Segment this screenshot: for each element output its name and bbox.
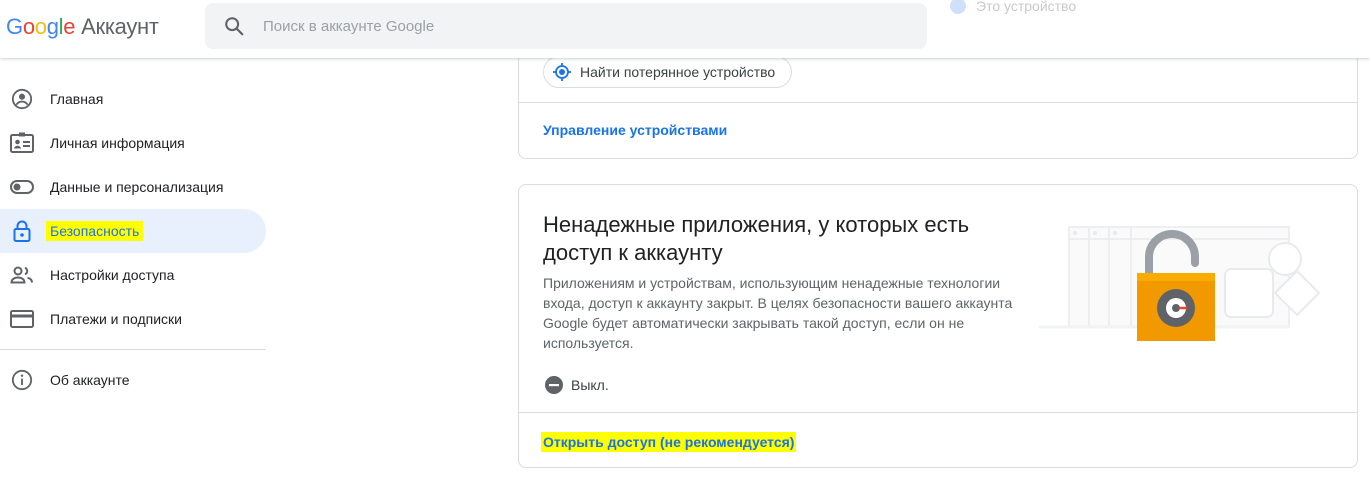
sidebar-item-about[interactable]: Об аккаунте bbox=[0, 358, 266, 402]
lock-icon bbox=[10, 219, 34, 243]
sidebar-item-label: Данные и персонализация bbox=[50, 179, 224, 195]
toggle-icon bbox=[10, 175, 34, 199]
sidebar-item-security[interactable]: Безопасность bbox=[0, 209, 266, 253]
sidebar-item-label: Безопасность bbox=[46, 221, 144, 241]
card-title: Ненадежные приложения, у которых есть до… bbox=[543, 212, 970, 265]
find-device-label: Найти потерянное устройство bbox=[580, 64, 776, 80]
logo-letter: o bbox=[22, 14, 35, 39]
top-bar: GoogleАккаунт Это устройство bbox=[0, 0, 1370, 58]
unlocked-padlock-illustration bbox=[1039, 226, 1321, 341]
card-divider bbox=[519, 102, 1357, 103]
sidebar-nav: Главная Личная информация Данные и персо… bbox=[0, 58, 266, 402]
sidebar-item-label: Об аккаунте bbox=[50, 372, 130, 388]
sidebar-item-label: Платежи и подписки bbox=[50, 311, 182, 327]
this-device-ghost: Это устройство bbox=[950, 0, 1076, 16]
logo-letter: e bbox=[63, 14, 76, 39]
id-card-icon bbox=[10, 131, 34, 155]
credit-card-icon bbox=[10, 307, 34, 331]
search-input[interactable] bbox=[263, 3, 903, 49]
people-icon bbox=[10, 263, 34, 287]
sidebar-item-payments[interactable]: Платежи и подписки bbox=[0, 297, 266, 341]
product-name: Аккаунт bbox=[81, 14, 159, 39]
logo-letter: g bbox=[46, 14, 59, 39]
sidebar-item-label: Личная информация bbox=[50, 135, 185, 151]
sidebar-item-label: Настройки доступа bbox=[50, 267, 175, 283]
info-icon bbox=[10, 368, 34, 392]
google-account-logo[interactable]: Google Аккаунт bbox=[6, 14, 159, 40]
card-description: Приложениям и устройствам, использующим … bbox=[543, 275, 1013, 351]
enable-access-link[interactable]: Открыть доступ (не рекомендуется) bbox=[541, 432, 797, 452]
locate-icon bbox=[553, 63, 571, 81]
search-box[interactable] bbox=[205, 3, 927, 49]
less-secure-apps-card: Ненадежные приложения, у которых есть до… bbox=[518, 184, 1358, 468]
sidebar-item-personal-info[interactable]: Личная информация bbox=[0, 121, 266, 165]
sidebar-item-data-personalization[interactable]: Данные и персонализация bbox=[0, 165, 266, 209]
minus-circle-icon bbox=[545, 376, 563, 394]
status-row: Выкл. bbox=[545, 376, 609, 394]
sidebar-item-people-sharing[interactable]: Настройки доступа bbox=[0, 253, 266, 297]
sidebar-divider bbox=[0, 349, 266, 350]
logo-letter: o bbox=[34, 14, 47, 39]
check-icon bbox=[950, 0, 966, 14]
account-circle-icon bbox=[10, 87, 34, 111]
this-device-label: Это устройство bbox=[976, 0, 1077, 14]
card-divider bbox=[519, 412, 1357, 413]
status-label: Выкл. bbox=[571, 377, 609, 393]
sidebar-item-home[interactable]: Главная bbox=[0, 77, 266, 121]
manage-devices-link[interactable]: Управление устройствами bbox=[543, 122, 727, 138]
search-icon[interactable] bbox=[223, 15, 245, 37]
find-device-button[interactable]: Найти потерянное устройство bbox=[543, 56, 793, 88]
logo-letter: G bbox=[6, 14, 23, 39]
sidebar-item-label: Главная bbox=[50, 91, 104, 107]
